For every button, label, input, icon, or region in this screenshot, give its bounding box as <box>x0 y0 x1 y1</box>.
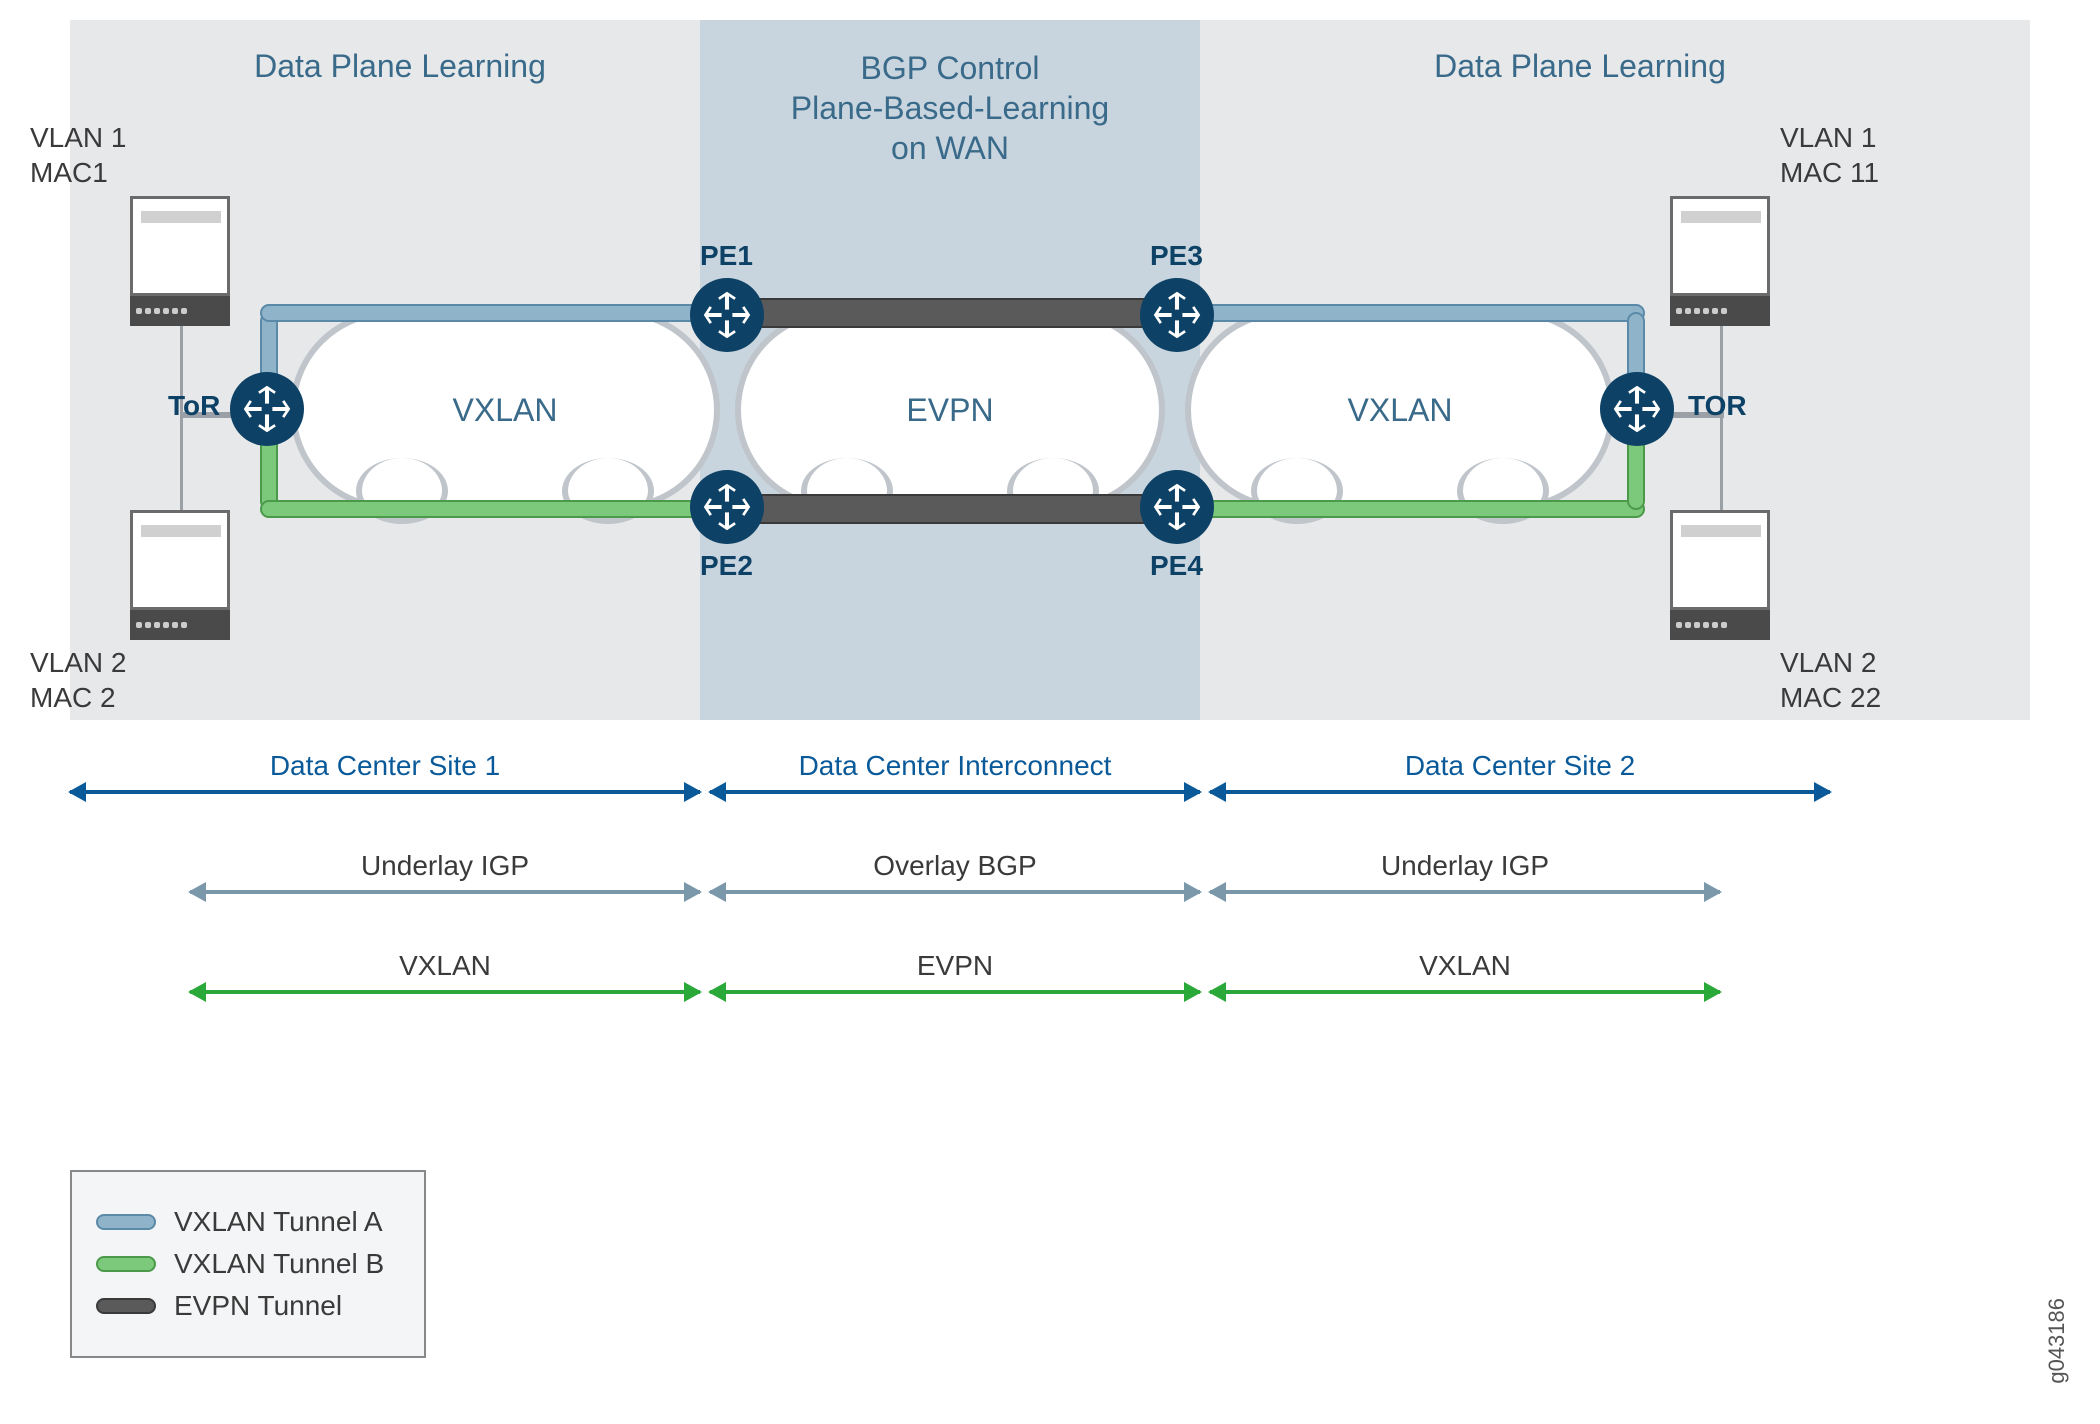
router-pe1-label: PE1 <box>700 240 753 272</box>
main-panel: Data Plane Learning BGP Control Plane-Ba… <box>70 20 2030 720</box>
evpn-tunnel-bottom <box>725 494 1175 524</box>
router-pe3 <box>1140 278 1214 352</box>
heading-right: Data Plane Learning <box>1380 48 1780 85</box>
server-top-left <box>130 196 230 326</box>
legend-row-c: EVPN Tunnel <box>96 1290 384 1322</box>
router-pe3-label: PE3 <box>1150 240 1203 272</box>
server-bl-l1: VLAN 2 <box>30 647 127 678</box>
server-tr-label: VLAN 1 MAC 11 <box>1780 120 1879 190</box>
arrow-1c: Data Center Site 2 <box>1210 750 1830 794</box>
router-tor-right-label: TOR <box>1688 390 1747 422</box>
cloud-center-label: EVPN <box>906 392 993 429</box>
router-pe2-label: PE2 <box>700 550 753 582</box>
arrow-3c: VXLAN <box>1210 950 1720 994</box>
arrow-3a: VXLAN <box>190 950 700 994</box>
tunnel-a-left-h <box>260 304 730 322</box>
arrow-2c: Underlay IGP <box>1210 850 1720 894</box>
arrow-1a: Data Center Site 1 <box>70 750 700 794</box>
arrow-2a: Underlay IGP <box>190 850 700 894</box>
evpn-tunnel-top <box>725 298 1175 328</box>
legend-row-a: VXLAN Tunnel A <box>96 1206 384 1238</box>
router-tor-left-label: ToR <box>168 390 220 422</box>
arrow-row-1: Data Center Site 1 Data Center Interconn… <box>70 750 2030 830</box>
cloud-right-label: VXLAN <box>1348 392 1453 429</box>
arrow-row-3: VXLAN EVPN VXLAN <box>70 950 2030 1030</box>
router-icon <box>700 480 754 534</box>
cloud-center: EVPN <box>735 310 1165 510</box>
server-bl-label: VLAN 2 MAC 2 <box>30 645 127 715</box>
server-br-l2: MAC 22 <box>1780 682 1881 713</box>
arrow-1b: Data Center Interconnect <box>710 750 1200 794</box>
router-icon <box>1150 480 1204 534</box>
arrow-2b-label: Overlay BGP <box>873 850 1036 882</box>
legend-row-b: VXLAN Tunnel B <box>96 1248 384 1280</box>
image-id: g043186 <box>2044 1298 2070 1384</box>
arrow-row-2: Underlay IGP Overlay BGP Underlay IGP <box>70 850 2030 930</box>
legend-label-c: EVPN Tunnel <box>174 1290 342 1322</box>
arrow-1a-label: Data Center Site 1 <box>270 750 500 782</box>
tunnel-b-left-h <box>260 500 730 518</box>
arrow-3b: EVPN <box>710 950 1200 994</box>
tunnel-b-right-h <box>1175 500 1645 518</box>
server-bot-left <box>130 510 230 640</box>
router-icon <box>1610 382 1664 436</box>
server-tl-l1: VLAN 1 <box>30 122 127 153</box>
server-tl-l2: MAC1 <box>30 157 108 188</box>
router-pe4 <box>1140 470 1214 544</box>
server-br-l1: VLAN 2 <box>1780 647 1877 678</box>
router-icon <box>1150 288 1204 342</box>
arrow-2c-label: Underlay IGP <box>1381 850 1549 882</box>
router-pe2 <box>690 470 764 544</box>
server-tr-l2: MAC 11 <box>1780 157 1879 188</box>
arrow-3b-label: EVPN <box>917 950 993 982</box>
cloud-left-label: VXLAN <box>453 392 558 429</box>
legend-label-b: VXLAN Tunnel B <box>174 1248 384 1280</box>
router-pe4-label: PE4 <box>1150 550 1203 582</box>
heading-center-l3: on WAN <box>891 130 1009 166</box>
tunnel-a-right-h <box>1175 304 1645 322</box>
router-pe1 <box>690 278 764 352</box>
legend-box: VXLAN Tunnel A VXLAN Tunnel B EVPN Tunne… <box>70 1170 426 1358</box>
arrow-3c-label: VXLAN <box>1419 950 1511 982</box>
diagram-container: Data Plane Learning BGP Control Plane-Ba… <box>70 20 2030 1030</box>
arrow-1c-label: Data Center Site 2 <box>1405 750 1635 782</box>
legend-swatch-grey <box>96 1298 156 1314</box>
server-top-right <box>1670 196 1770 326</box>
server-bot-right <box>1670 510 1770 640</box>
router-tor-left <box>230 372 304 446</box>
arrow-2a-label: Underlay IGP <box>361 850 529 882</box>
router-icon <box>700 288 754 342</box>
cloud-right: VXLAN <box>1185 310 1615 510</box>
server-tr-l1: VLAN 1 <box>1780 122 1877 153</box>
heading-center: BGP Control Plane-Based-Learning on WAN <box>700 48 1200 168</box>
heading-left: Data Plane Learning <box>200 48 600 85</box>
legend-swatch-green <box>96 1256 156 1272</box>
heading-center-l1: BGP Control <box>860 50 1039 86</box>
cloud-left: VXLAN <box>290 310 720 510</box>
router-tor-right <box>1600 372 1674 446</box>
arrow-2b: Overlay BGP <box>710 850 1200 894</box>
router-icon <box>240 382 294 436</box>
server-tl-label: VLAN 1 MAC1 <box>30 120 127 190</box>
arrow-3a-label: VXLAN <box>399 950 491 982</box>
server-bl-l2: MAC 2 <box>30 682 116 713</box>
server-br-label: VLAN 2 MAC 22 <box>1780 645 1881 715</box>
arrow-1b-label: Data Center Interconnect <box>799 750 1112 782</box>
legend-label-a: VXLAN Tunnel A <box>174 1206 383 1238</box>
legend-swatch-blue <box>96 1214 156 1230</box>
heading-center-l2: Plane-Based-Learning <box>791 90 1109 126</box>
